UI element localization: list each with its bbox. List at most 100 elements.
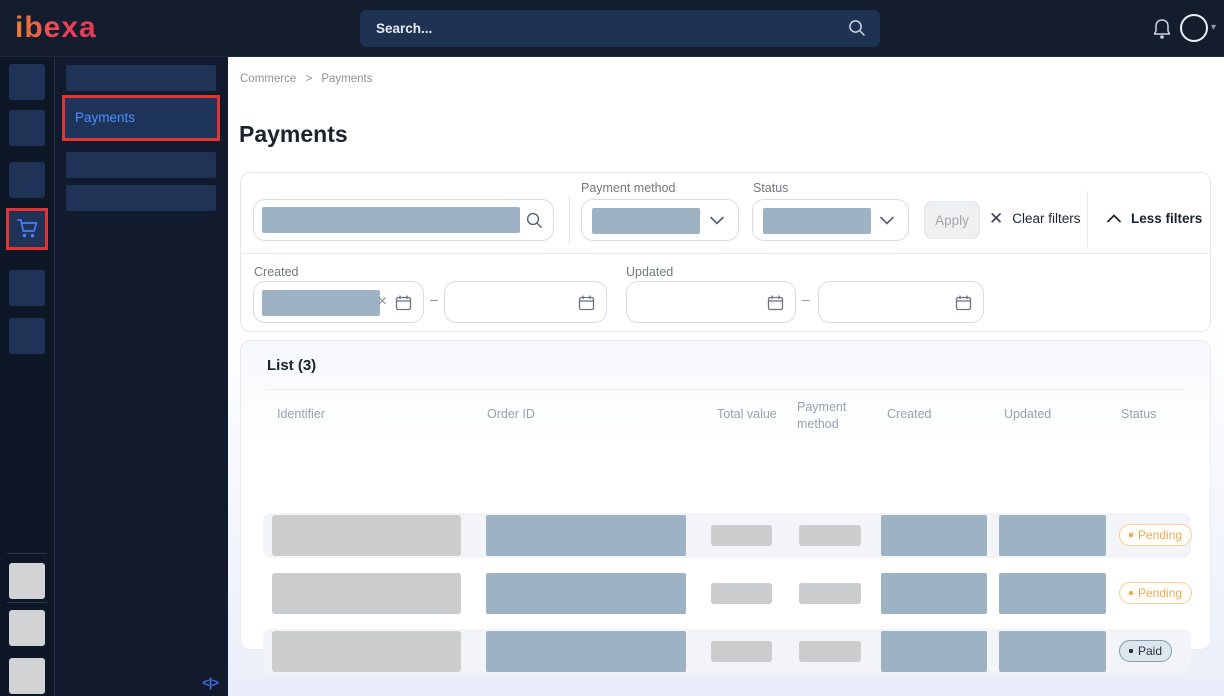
status-badge-label: Pending: [1138, 586, 1182, 600]
calendar-icon[interactable]: [395, 294, 412, 311]
updated-to-date-input[interactable]: [818, 281, 984, 323]
filter-row-divider: [241, 253, 1210, 254]
nav-icon-placeholder[interactable]: [9, 110, 45, 146]
payment-method-select[interactable]: [581, 199, 739, 241]
rail-divider: [7, 602, 47, 603]
nav-icon-placeholder-bottom[interactable]: [9, 563, 45, 599]
menu-item-placeholder[interactable]: [66, 65, 216, 91]
less-filters-toggle[interactable]: Less filters: [1107, 211, 1202, 226]
search-icon[interactable]: [526, 212, 543, 229]
status-badge: Paid: [1119, 640, 1172, 662]
chevron-up-icon: [1107, 214, 1121, 223]
filters-panel: Payment method Status Apply ✕ Clear filt…: [240, 172, 1211, 332]
col-total-value: Total value: [717, 407, 777, 421]
identifier-redacted: [272, 573, 461, 614]
commerce-submenu: Payments <|>: [55, 57, 228, 696]
payment-method-redacted: [799, 525, 861, 546]
table-row[interactable]: Pending: [263, 513, 1191, 558]
payments-list-panel: List (3) Identifier Order ID Total value…: [240, 340, 1211, 650]
nav-icon-placeholder[interactable]: [9, 162, 45, 198]
menu-item-placeholder[interactable]: [66, 152, 216, 178]
status-dot-icon: [1129, 533, 1133, 537]
calendar-icon[interactable]: [955, 294, 972, 311]
payments-search-input[interactable]: [253, 199, 554, 241]
status-select[interactable]: [752, 199, 909, 241]
table-header-row: Identifier Order ID Total value Payment …: [241, 397, 1210, 437]
nav-icon-placeholder[interactable]: [9, 270, 45, 306]
nav-icon-placeholder[interactable]: [9, 64, 45, 100]
main-nav-rail: [0, 57, 55, 696]
filter-divider: [569, 195, 570, 245]
clear-date-icon[interactable]: ×: [378, 292, 387, 312]
page-title: Payments: [239, 121, 348, 148]
breadcrumb: Commerce > Payments: [240, 73, 379, 85]
less-filters-label: Less filters: [1131, 211, 1202, 226]
shopping-cart-icon: [15, 218, 39, 240]
status-badge: Pending: [1119, 524, 1192, 546]
list-divider: [267, 389, 1186, 390]
order-id-redacted: [486, 631, 686, 672]
nav-icon-placeholder[interactable]: [9, 318, 45, 354]
status-label: Status: [753, 181, 788, 195]
search-icon[interactable]: [848, 19, 866, 37]
search-value-redacted: [262, 207, 520, 233]
date-value-redacted: [262, 290, 380, 316]
updated-redacted: [999, 573, 1106, 614]
menu-item-placeholder[interactable]: [66, 185, 216, 211]
created-from-date-input[interactable]: ×: [253, 281, 424, 323]
col-order-id: Order ID: [487, 407, 535, 421]
updated-redacted: [999, 515, 1106, 556]
rail-divider: [7, 553, 47, 554]
clear-x-icon: ✕: [989, 210, 1003, 227]
col-updated: Updated: [1004, 407, 1051, 421]
calendar-icon[interactable]: [578, 294, 595, 311]
col-status: Status: [1121, 407, 1156, 421]
created-redacted: [881, 631, 987, 672]
table-row[interactable]: Pending: [263, 571, 1191, 616]
status-dot-icon: [1129, 591, 1133, 595]
status-dot-icon: [1129, 649, 1133, 653]
nav-icon-commerce-active[interactable]: [6, 208, 48, 250]
breadcrumb-separator: >: [305, 73, 312, 85]
user-menu-caret-icon[interactable]: ▾: [1211, 22, 1216, 33]
nav-icon-placeholder-bottom[interactable]: [9, 658, 45, 694]
identifier-redacted: [272, 631, 461, 672]
updated-label: Updated: [626, 265, 673, 279]
identifier-redacted: [272, 515, 461, 556]
global-search-input[interactable]: [360, 10, 880, 47]
list-title: List (3): [267, 357, 316, 374]
updated-from-date-input[interactable]: [626, 281, 796, 323]
app-window: ibexa ▾: [0, 0, 1224, 696]
filter-divider: [1087, 191, 1088, 247]
created-label: Created: [254, 265, 298, 279]
menu-item-payments-label: Payments: [65, 98, 217, 138]
col-payment-method: Payment method: [797, 399, 859, 433]
total-value-redacted: [711, 583, 772, 604]
created-to-date-input[interactable]: [444, 281, 607, 323]
ibexa-logo[interactable]: ibexa: [15, 11, 97, 45]
notification-bell-icon[interactable]: [1152, 18, 1172, 40]
table-row[interactable]: Paid: [263, 629, 1191, 674]
breadcrumb-payments[interactable]: Payments: [321, 73, 372, 85]
user-avatar[interactable]: [1180, 14, 1208, 42]
order-id-redacted: [486, 573, 686, 614]
total-value-redacted: [711, 525, 772, 546]
calendar-icon[interactable]: [767, 294, 784, 311]
sidebar-collapse-icon[interactable]: <|>: [202, 675, 218, 690]
status-badge-label: Paid: [1138, 644, 1162, 658]
created-redacted: [881, 515, 987, 556]
payment-method-label: Payment method: [581, 181, 676, 195]
total-value-redacted: [711, 641, 772, 662]
apply-button[interactable]: Apply: [924, 201, 980, 239]
status-badge: Pending: [1119, 582, 1192, 604]
main-content: Commerce > Payments Payments Payment met…: [228, 57, 1224, 696]
breadcrumb-commerce[interactable]: Commerce: [240, 73, 296, 85]
menu-item-payments-active[interactable]: Payments: [62, 95, 220, 141]
selected-value-redacted: [592, 208, 700, 234]
date-range-separator: –: [802, 291, 810, 307]
date-range-separator: –: [430, 291, 438, 307]
clear-filters-button[interactable]: ✕ Clear filters: [989, 210, 1081, 227]
updated-redacted: [999, 631, 1106, 672]
clear-filters-label: Clear filters: [1012, 211, 1080, 226]
nav-icon-placeholder-bottom[interactable]: [9, 610, 45, 646]
